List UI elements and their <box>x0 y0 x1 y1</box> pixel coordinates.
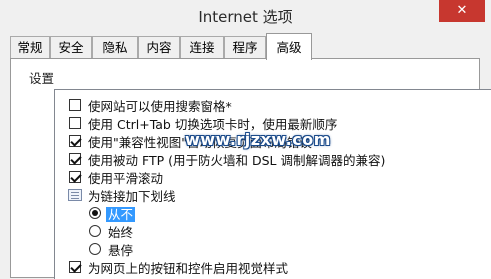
radio-hover[interactable] <box>89 243 101 255</box>
list-item-label: 使网站可以使用搜索窗格* <box>88 99 232 114</box>
tab-advanced[interactable]: 高级 <box>266 33 312 60</box>
settings-group-icon <box>68 189 82 201</box>
tab-content[interactable]: 内容 <box>138 36 180 58</box>
group-label-underline-links: 为链接加下划线 <box>88 189 176 204</box>
title-bar: Internet 选项 ✕ <box>0 0 491 32</box>
list-item-label: 始终 <box>108 225 134 240</box>
settings-heading: 设置 <box>29 71 55 86</box>
list-item-label: 从不 <box>106 207 136 222</box>
checkbox-visual-styles[interactable] <box>69 261 81 273</box>
checkbox-smooth-scroll[interactable] <box>69 171 81 183</box>
checkbox-passive-ftp[interactable] <box>69 153 81 165</box>
list-item-label: 为网页上的按钮和控件启用视觉样式 <box>88 261 289 276</box>
tab-privacy[interactable]: 隐私 <box>92 36 138 58</box>
watermark: www.rjzxw.com <box>185 130 331 149</box>
list-item-label: 使用平滑滚动 <box>88 171 164 186</box>
tab-connections[interactable]: 连接 <box>180 36 224 58</box>
window-title: Internet 选项 <box>198 8 293 26</box>
tab-security[interactable]: 安全 <box>50 36 92 58</box>
settings-list[interactable]: 使网站可以使用搜索窗格* 使用 Ctrl+Tab 切换选项卡时，使用最新顺序 使… <box>54 89 491 279</box>
checkbox-compat-view[interactable] <box>69 135 81 147</box>
tab-general[interactable]: 常规 <box>10 36 50 58</box>
radio-always[interactable] <box>89 225 101 237</box>
checkbox-search-pane[interactable] <box>69 99 81 111</box>
radio-never[interactable] <box>89 207 101 219</box>
close-icon: ✕ <box>456 3 468 18</box>
list-item-label: 悬停 <box>108 243 134 258</box>
list-item-label: 使用被动 FTP (用于防火墙和 DSL 调制解调器的兼容) <box>88 153 386 168</box>
checkbox-ctrl-tab-order[interactable] <box>69 117 81 129</box>
tab-programs[interactable]: 程序 <box>224 36 266 58</box>
close-button[interactable]: ✕ <box>439 0 485 22</box>
